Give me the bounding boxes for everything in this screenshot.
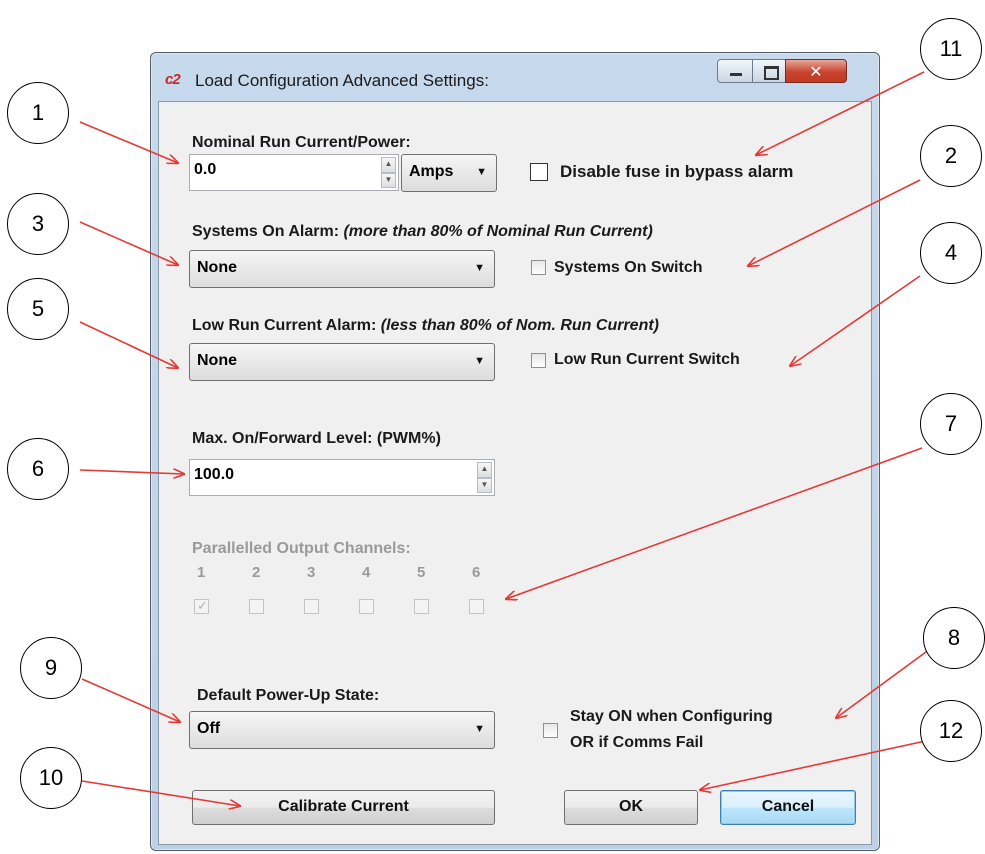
arrow-8 xyxy=(836,648,931,718)
arrow-6 xyxy=(79,470,184,474)
arrow-3 xyxy=(79,221,178,265)
arrow-5 xyxy=(79,321,178,368)
callout-10: 10 xyxy=(20,747,82,809)
callout-2: 2 xyxy=(920,125,982,187)
callout-9: 9 xyxy=(20,637,82,699)
annotation-arrows xyxy=(79,71,931,854)
arrow-2 xyxy=(748,179,921,266)
callout-6: 6 xyxy=(7,438,69,500)
callout-5: 5 xyxy=(7,278,69,340)
arrow-12 xyxy=(700,739,931,790)
arrow-9 xyxy=(81,678,180,722)
arrow-7 xyxy=(506,447,923,599)
arrow-4 xyxy=(790,275,921,366)
arrow-1 xyxy=(79,121,178,163)
callout-11: 11 xyxy=(920,18,982,80)
callout-7: 7 xyxy=(920,393,982,455)
arrow-11 xyxy=(756,71,925,155)
arrow-10 xyxy=(81,780,240,806)
callout-8: 8 xyxy=(923,607,985,669)
callout-3: 3 xyxy=(7,193,69,255)
callout-4: 4 xyxy=(920,222,982,284)
callout-1: 1 xyxy=(7,82,69,144)
callout-12: 12 xyxy=(920,700,982,762)
